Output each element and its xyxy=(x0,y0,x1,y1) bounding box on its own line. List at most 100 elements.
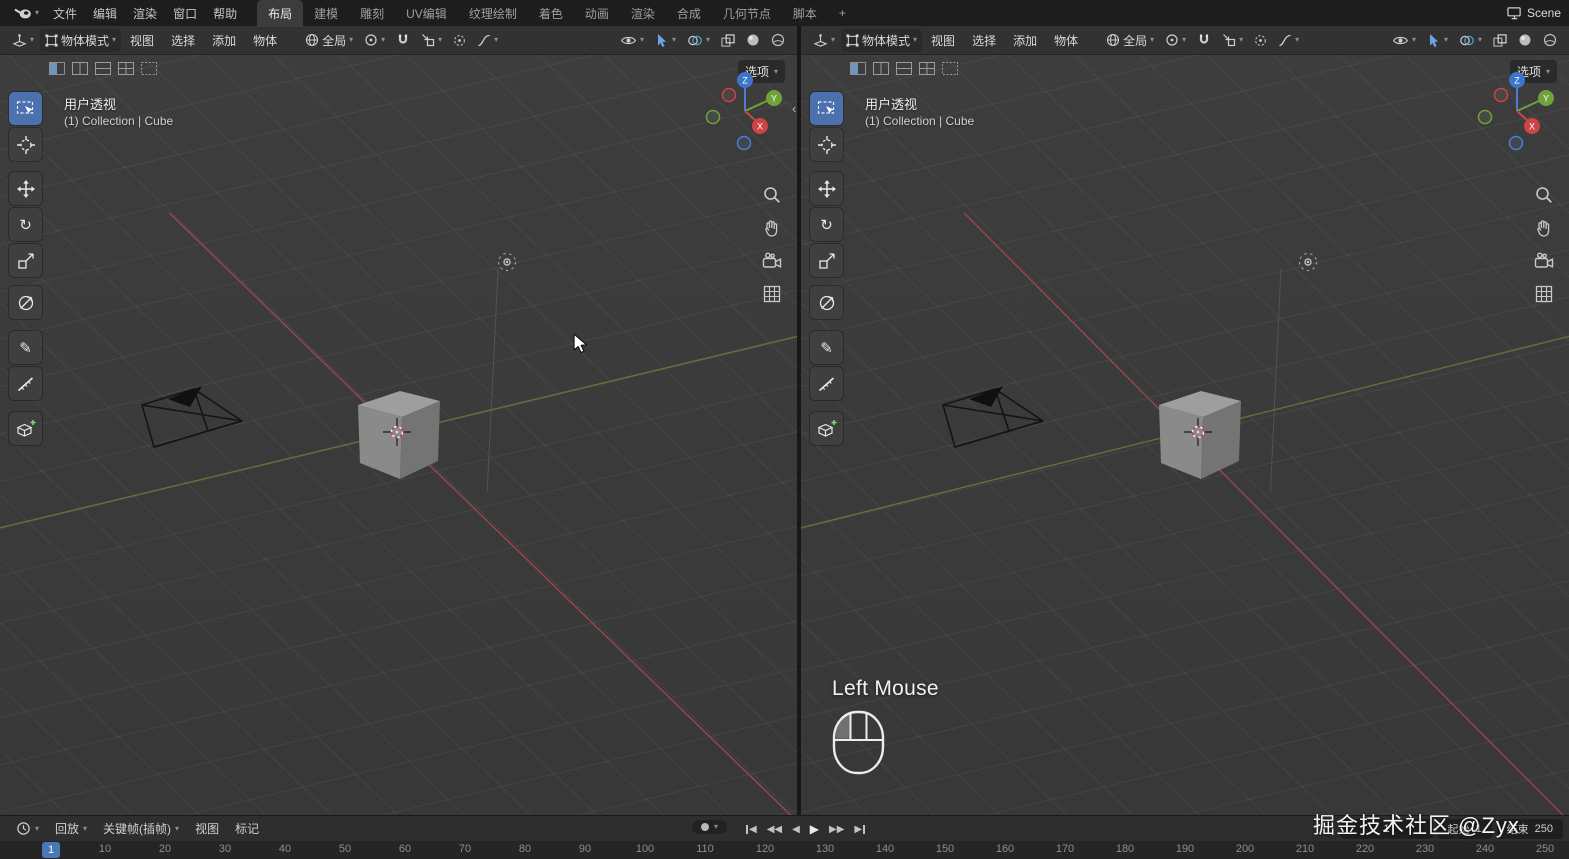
proportional-falloff-select[interactable]: ▾ xyxy=(1273,31,1304,50)
ruler-tick[interactable]: 120 xyxy=(756,843,774,855)
move-tool[interactable] xyxy=(810,172,843,205)
3d-cursor[interactable] xyxy=(383,418,411,451)
jump-to-end-button[interactable]: ▶ xyxy=(850,821,869,838)
viewport-canvas[interactable]: 选项 ▾ 用户透视 (1) Collection | Cube ↻ ✎ Z Y … xyxy=(801,55,1569,815)
mode-select[interactable]: 物体模式 ▾ xyxy=(841,28,923,52)
current-frame-indicator[interactable]: 1 xyxy=(42,842,61,858)
tab-scripting[interactable]: 脚本 xyxy=(782,0,828,27)
light-object[interactable] xyxy=(494,249,520,280)
zoom-icon[interactable] xyxy=(762,185,782,205)
ruler-tick[interactable]: 70 xyxy=(459,843,471,855)
box-select-tool[interactable] xyxy=(810,92,843,125)
light-object[interactable] xyxy=(1295,249,1321,280)
ruler-tick[interactable]: 140 xyxy=(876,843,894,855)
ruler-tick[interactable]: 240 xyxy=(1476,843,1494,855)
ruler-tick[interactable]: 230 xyxy=(1416,843,1434,855)
ruler-tick[interactable]: 220 xyxy=(1356,843,1374,855)
ruler-tick[interactable]: 100 xyxy=(636,843,654,855)
ruler-tick[interactable]: 50 xyxy=(339,843,351,855)
menu-keying[interactable]: 关键帧(插帧) ▾ xyxy=(95,817,187,840)
xray-toggle[interactable] xyxy=(716,31,740,50)
region-collapse-arrow[interactable]: ‹ xyxy=(792,102,796,115)
menu-window[interactable]: 窗口 xyxy=(165,2,205,25)
snap-target-select[interactable]: ▾ xyxy=(1217,30,1248,50)
xray-toggle[interactable] xyxy=(1488,31,1512,50)
navigation-axis-gizmo[interactable]: Z Y X xyxy=(703,67,787,151)
ruler-tick[interactable]: 60 xyxy=(399,843,411,855)
zoom-icon[interactable] xyxy=(1534,185,1554,205)
ruler-tick[interactable]: 90 xyxy=(579,843,591,855)
shading-solid-button[interactable] xyxy=(741,30,765,50)
object-visibility-select[interactable]: ▾ xyxy=(615,32,649,49)
split-preset-icon[interactable] xyxy=(873,62,889,75)
transform-tool[interactable] xyxy=(810,286,843,319)
split-preset-icon[interactable] xyxy=(72,62,88,75)
3d-cursor[interactable] xyxy=(1184,418,1212,451)
auto-keying-button[interactable]: ▾ xyxy=(692,820,728,834)
split-preset-icon[interactable] xyxy=(118,62,134,75)
ruler-tick[interactable]: 170 xyxy=(1056,843,1074,855)
snap-target-select[interactable]: ▾ xyxy=(416,30,447,50)
transform-orientation-select[interactable]: 全局 ▾ xyxy=(1101,29,1159,52)
viewport-canvas[interactable]: 选项 ▾ 用户透视 (1) Collection | Cube ↻ ✎ Z Y … xyxy=(0,55,797,815)
camera-view-icon[interactable] xyxy=(1534,251,1554,271)
show-overlays-toggle[interactable]: ▾ xyxy=(682,31,715,50)
shading-rendered-button[interactable] xyxy=(1538,30,1562,50)
play-button[interactable]: ▶ xyxy=(806,819,823,839)
show-gizmos-toggle[interactable]: ▾ xyxy=(650,30,681,51)
ruler-tick[interactable]: 80 xyxy=(519,843,531,855)
ruler-tick[interactable]: 110 xyxy=(696,843,714,855)
editor-type-button[interactable]: ▾ xyxy=(7,30,39,51)
menu-add[interactable]: 添加 xyxy=(204,29,244,52)
split-preset-icon[interactable] xyxy=(95,62,111,75)
editor-type-button[interactable]: ▾ xyxy=(808,30,840,51)
menu-view[interactable]: 视图 xyxy=(923,29,963,52)
tab-modeling[interactable]: 建模 xyxy=(303,0,349,27)
show-overlays-toggle[interactable]: ▾ xyxy=(1454,31,1487,50)
tab-shading[interactable]: 着色 xyxy=(528,0,574,27)
camera-view-icon[interactable] xyxy=(762,251,782,271)
ruler-tick[interactable]: 20 xyxy=(159,843,171,855)
menu-object[interactable]: 物体 xyxy=(245,29,285,52)
menu-select[interactable]: 选择 xyxy=(964,29,1004,52)
tab-layout[interactable]: 布局 xyxy=(257,0,304,27)
pivot-point-select[interactable]: ▾ xyxy=(1160,30,1191,50)
pivot-point-select[interactable]: ▾ xyxy=(359,30,390,50)
scale-tool[interactable] xyxy=(810,244,843,277)
menu-help[interactable]: 帮助 xyxy=(205,2,245,25)
add-workspace-button[interactable]: + xyxy=(828,1,857,25)
menu-add[interactable]: 添加 xyxy=(1005,29,1045,52)
ruler-tick[interactable]: 210 xyxy=(1296,843,1314,855)
ruler-tick[interactable]: 30 xyxy=(219,843,231,855)
blender-menu-button[interactable]: ▾ xyxy=(8,6,45,20)
pan-hand-icon[interactable] xyxy=(1534,218,1554,238)
tab-sculpting[interactable]: 雕刻 xyxy=(349,0,395,27)
cursor-tool[interactable] xyxy=(810,128,843,161)
split-preset-icon[interactable] xyxy=(919,62,935,75)
object-visibility-select[interactable]: ▾ xyxy=(1387,32,1421,49)
ruler-tick[interactable]: 150 xyxy=(936,843,954,855)
shading-solid-button[interactable] xyxy=(1513,30,1537,50)
pan-hand-icon[interactable] xyxy=(762,218,782,238)
viewport-right[interactable]: ▾ 物体模式 ▾ 视图 选择 添加 物体 全局 ▾ ▾ ▾ ▾ ▾ ▾ ▾ 选项… xyxy=(801,26,1569,815)
show-gizmos-toggle[interactable]: ▾ xyxy=(1422,30,1453,51)
measure-tool[interactable] xyxy=(9,367,42,400)
add-cube-tool[interactable] xyxy=(9,412,42,445)
next-keyframe-button[interactable]: ▶▶ xyxy=(825,821,848,838)
camera-object[interactable] xyxy=(138,385,246,466)
mode-select[interactable]: 物体模式 ▾ xyxy=(40,28,122,52)
ruler-tick[interactable]: 200 xyxy=(1236,843,1254,855)
rotate-tool[interactable]: ↻ xyxy=(810,208,843,241)
measure-tool[interactable] xyxy=(810,367,843,400)
scale-tool[interactable] xyxy=(9,244,42,277)
proportional-edit-toggle[interactable] xyxy=(448,31,471,50)
orthographic-grid-icon[interactable] xyxy=(762,284,782,304)
transform-orientation-select[interactable]: 全局 ▾ xyxy=(300,29,358,52)
split-preset-icon[interactable] xyxy=(850,62,866,75)
menu-render[interactable]: 渲染 xyxy=(125,2,165,25)
tab-geometry-nodes[interactable]: 几何节点 xyxy=(712,0,782,27)
orthographic-grid-icon[interactable] xyxy=(1534,284,1554,304)
tab-uv-editing[interactable]: UV编辑 xyxy=(395,0,458,27)
scene-selector[interactable]: Scene xyxy=(1507,6,1561,20)
menu-edit[interactable]: 编辑 xyxy=(85,2,125,25)
